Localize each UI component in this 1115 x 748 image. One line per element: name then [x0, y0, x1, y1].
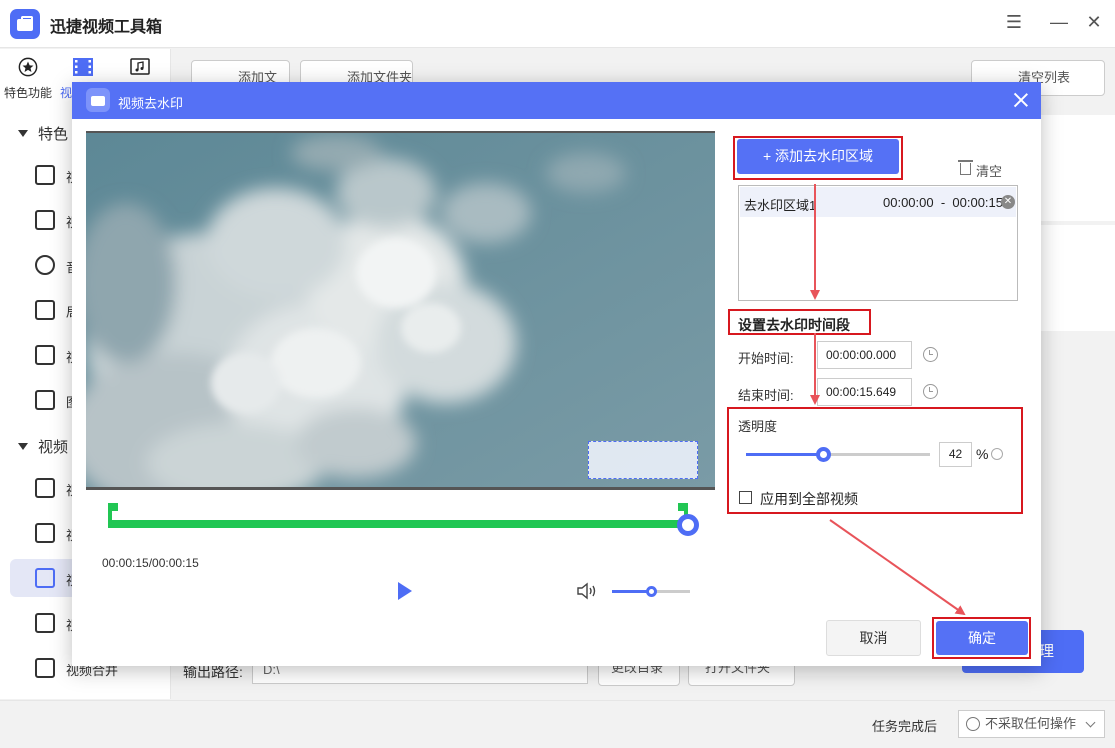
bottom-bar [0, 700, 1115, 748]
time-section-title: 设置去水印时间段 [738, 317, 850, 333]
dialog-close-icon[interactable] [1011, 90, 1031, 110]
add-clip-icon [35, 523, 55, 543]
timecode: 00:00:15/00:00:15 [102, 556, 199, 570]
title-bar: 迅捷视频工具箱 ☰ — ✕ [0, 0, 1115, 48]
merge-icon [35, 658, 55, 678]
watermark-selection-box[interactable] [588, 441, 698, 479]
app-title: 迅捷视频工具箱 [50, 19, 163, 36]
image-icon [35, 390, 55, 410]
reset-end-time-icon[interactable] [923, 384, 938, 399]
menu-icon[interactable]: ☰ [1003, 12, 1025, 33]
remove-region-icon[interactable]: ✕ [1001, 195, 1015, 209]
region-time-range: 00:00:00 - 00:00:15 [883, 195, 1003, 210]
add-watermark-region-button[interactable]: + 添加去水印区域 [737, 139, 899, 174]
section-special[interactable]: 特色 [18, 123, 68, 144]
watermark-dialog: 视频去水印 00:00:15/00:00:15 + 添加去水印区域 清空 去水印… [72, 82, 1041, 666]
after-task-select[interactable]: 不采取任何操作 [958, 710, 1105, 738]
timeline-range-bar [108, 520, 688, 528]
volume-icon[interactable] [576, 582, 598, 600]
ok-button[interactable]: 确定 [936, 621, 1028, 655]
file-card [1030, 225, 1115, 331]
reset-start-time-icon[interactable] [923, 347, 938, 362]
timeline-start-handle[interactable] [108, 503, 118, 527]
clear-regions-button[interactable]: 清空 [958, 160, 1002, 180]
apply-all-checkbox[interactable] [739, 491, 752, 504]
play-icon[interactable] [398, 582, 412, 600]
opacity-input[interactable]: 42 [939, 442, 972, 467]
cancel-button[interactable]: 取消 [826, 620, 921, 656]
crop-icon [35, 165, 55, 185]
playhead-knob[interactable] [677, 514, 699, 536]
watermark-remove-icon [35, 568, 55, 588]
opacity-label: 透明度 [738, 419, 778, 434]
volume-knob[interactable] [646, 586, 657, 597]
end-time-label: 结束时间: [738, 388, 794, 403]
subtitle-icon [35, 478, 55, 498]
dialog-header: 视频去水印 [72, 82, 1041, 119]
dialog-title: 视频去水印 [118, 96, 184, 111]
video-player: 00:00:15/00:00:15 [86, 131, 715, 611]
file-card [1030, 115, 1115, 221]
opacity-slider[interactable] [746, 447, 930, 462]
split-icon [35, 613, 55, 633]
section-video[interactable]: 视频 [18, 436, 68, 457]
region-list: 去水印区域1 00:00:00 - 00:00:15 ✕ [738, 185, 1018, 301]
opacity-unit: % [976, 446, 989, 462]
region-name: 去水印区域1 [744, 198, 817, 213]
minimize-icon[interactable]: — [1048, 12, 1070, 33]
music-icon[interactable] [129, 57, 151, 77]
after-task-label: 任务完成后 [872, 719, 938, 734]
film-icon[interactable] [72, 57, 94, 77]
cloud-image [86, 133, 715, 487]
trash-icon [958, 160, 973, 175]
tab-video[interactable]: 视 [60, 84, 72, 101]
video-preview[interactable] [86, 131, 715, 490]
opacity-spin-icon[interactable] [991, 448, 1003, 460]
audio-icon [35, 255, 55, 275]
app-logo-icon [10, 9, 40, 39]
start-time-input[interactable]: 00:00:00.000 [817, 341, 912, 369]
toolbox-icon [86, 88, 110, 112]
volume-slider[interactable] [612, 586, 690, 597]
screen-play-icon [35, 300, 55, 320]
tab-special-features[interactable]: 特色功能 [4, 84, 52, 101]
watermark-settings-panel: + 添加去水印区域 清空 去水印区域1 00:00:00 - 00:00:15 … [727, 131, 1027, 611]
trim-timeline[interactable] [108, 503, 700, 543]
start-time-label: 开始时间: [738, 351, 794, 366]
opacity-knob[interactable] [816, 447, 832, 462]
rotate-icon [35, 210, 55, 230]
list-item[interactable]: 去水印区域1 00:00:00 - 00:00:15 ✕ [740, 187, 1016, 217]
end-time-input[interactable]: 00:00:15.649 [817, 378, 912, 406]
close-icon[interactable]: ✕ [1083, 12, 1105, 33]
opacity-fill [746, 453, 824, 456]
text-image-icon [35, 345, 55, 365]
apply-all-label[interactable]: 应用到全部视频 [760, 489, 858, 509]
star-icon[interactable] [17, 57, 39, 77]
